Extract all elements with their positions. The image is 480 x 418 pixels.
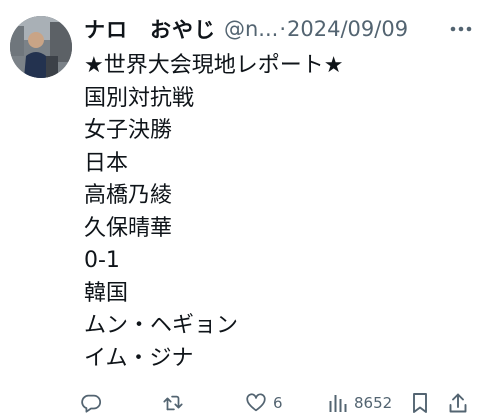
tweet-line: 0-1 bbox=[84, 248, 120, 273]
views-count: 8652 bbox=[354, 394, 393, 412]
tweet-header: ナロ おやじ @n... · 2024/09/09 bbox=[84, 12, 474, 46]
tweet-line: 日本 bbox=[84, 150, 129, 176]
more-icon bbox=[450, 26, 472, 32]
more-button[interactable] bbox=[446, 12, 476, 46]
tweet-line: ★世界大会現地レポート★ bbox=[84, 53, 344, 78]
like-button[interactable]: 6 bbox=[245, 388, 283, 418]
bookmark-button[interactable] bbox=[410, 388, 430, 418]
display-name[interactable]: ナロ おやじ bbox=[84, 14, 216, 44]
tweet-line: ムン・ヘギョン bbox=[84, 313, 239, 338]
reply-button[interactable] bbox=[80, 388, 108, 418]
post-date[interactable]: 2024/09/09 bbox=[287, 17, 408, 41]
tweet-line: 韓国 bbox=[84, 280, 129, 306]
tweet-line: 久保晴華 bbox=[84, 215, 173, 241]
user-handle[interactable]: @n... bbox=[224, 17, 278, 41]
separator-dot: · bbox=[279, 17, 287, 41]
views-button[interactable]: 8652 bbox=[328, 388, 392, 418]
tweet-card[interactable]: ナロ おやじ @n... · 2024/09/09 ★世界大会現地レポート★ 国… bbox=[0, 0, 480, 413]
like-count: 6 bbox=[273, 394, 283, 412]
tweet-line: 国別対抗戦 bbox=[84, 85, 195, 111]
tweet-text: ★世界大会現地レポート★ 国別対抗戦 女子決勝 日本 高橋乃綾 久保晴華 0-1… bbox=[84, 50, 474, 375]
avatar-photo bbox=[10, 16, 72, 78]
tweet-line: 女子決勝 bbox=[84, 118, 173, 143]
tweet-line: 高橋乃綾 bbox=[84, 183, 173, 208]
avatar[interactable] bbox=[10, 16, 72, 78]
retweet-button[interactable] bbox=[162, 388, 190, 418]
share-button[interactable] bbox=[448, 388, 468, 418]
action-bar: 6 8652 bbox=[80, 388, 476, 418]
tweet-line: イム・ジナ bbox=[84, 345, 194, 371]
views-icon bbox=[329, 395, 347, 412]
